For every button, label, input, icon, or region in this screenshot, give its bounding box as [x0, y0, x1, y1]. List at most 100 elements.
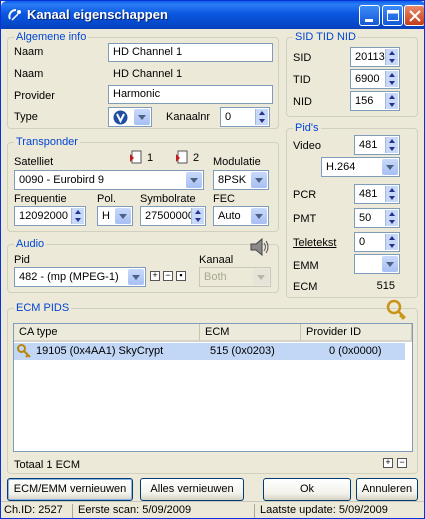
audio-label: Audio: [14, 238, 47, 250]
status-bar: Ch.ID: 2527 Eerste scan: 5/09/2009 Laats…: [1, 501, 424, 518]
column-provider-id[interactable]: Provider ID: [301, 324, 412, 342]
ecm-list[interactable]: CA type ECM Provider ID 19105 (0x4AA1) S…: [13, 323, 413, 452]
name2-field: HD Channel 1: [108, 65, 273, 84]
pcr-spinner[interactable]: 481: [354, 184, 400, 204]
chevron-down-icon: [382, 159, 398, 175]
add-audio-icon[interactable]: +: [150, 271, 160, 281]
satellite-value: 0090 - Eurobird 9: [19, 174, 104, 186]
tid-label: TID: [293, 74, 311, 86]
column-ca-type[interactable]: CA type: [14, 324, 200, 342]
modulation-value: 8PSK: [218, 174, 247, 186]
type-select[interactable]: [108, 107, 152, 127]
spinner-arrows-icon[interactable]: [71, 208, 84, 224]
spinner-arrows-icon[interactable]: [385, 186, 398, 202]
edit-audio-icon[interactable]: ▪: [176, 271, 186, 281]
chevron-down-icon: [251, 172, 267, 188]
audio-pid-value: 482 - (mp (MPEG-1): [19, 271, 119, 283]
modulation-select[interactable]: 8PSK: [213, 170, 269, 190]
channel-id-status: Ch.ID: 2527: [1, 504, 73, 518]
cancel-button[interactable]: Annuleren: [356, 478, 418, 501]
emm-select[interactable]: [354, 254, 400, 274]
name-field[interactable]: HD Channel 1: [108, 43, 273, 62]
sid-spinner[interactable]: 20113: [350, 47, 400, 67]
pcr-label: PCR: [293, 189, 317, 201]
refresh-all-button[interactable]: Alles vernieuwen: [140, 478, 244, 501]
type-label: Type: [14, 111, 38, 123]
video-codec-value: H.264: [326, 161, 356, 173]
ecm-label: ECM: [293, 281, 318, 293]
audio-pid-select[interactable]: 482 - (mp (MPEG-1): [14, 267, 146, 287]
tv-type-icon: [113, 110, 128, 125]
maximize-button[interactable]: [382, 5, 403, 26]
ecm-pids-label: ECM PIDS: [14, 302, 72, 314]
fec-select[interactable]: Auto: [213, 206, 269, 226]
pcr-value: 481: [359, 188, 378, 200]
polarization-value: H: [102, 210, 110, 222]
name-label: Naam: [14, 46, 44, 58]
table-row[interactable]: 19105 (0x4AA1) SkyCrypt 515 (0x0203) 0 (…: [14, 343, 405, 360]
video-codec-select[interactable]: H.264: [321, 157, 400, 177]
channel-number-spinner[interactable]: 0: [220, 107, 270, 127]
provider-cell: 0 (0x0000): [329, 345, 382, 357]
refresh-ecm-emm-button[interactable]: ECM/EMM vernieuwen: [7, 478, 133, 501]
remove-ecm-icon[interactable]: −: [397, 458, 407, 468]
chevron-down-icon: [186, 172, 202, 188]
key-search-icon[interactable]: [385, 298, 407, 320]
frequency-spinner[interactable]: 12092000: [14, 206, 86, 226]
spinner-arrows-icon[interactable]: [385, 93, 398, 109]
key-icon: [17, 344, 31, 358]
ecm-value: 515: [354, 277, 400, 296]
sid-group-label: SID TID NID: [293, 31, 358, 43]
audio-channel-label: Kanaal: [199, 254, 234, 266]
close-button[interactable]: [404, 5, 424, 26]
channel-number-label: Kanaalnr: [166, 111, 211, 123]
chevron-down-icon: [128, 269, 144, 285]
frequency-value: 12092000: [19, 210, 68, 222]
pmt-value: 50: [359, 212, 372, 224]
nid-value: 156: [355, 95, 374, 107]
nid-spinner[interactable]: 156: [350, 91, 400, 111]
teletext-label[interactable]: Teletekst: [293, 237, 336, 249]
sid-label: SID: [293, 52, 312, 64]
last-update-status: Laatste update: 5/09/2009: [260, 504, 388, 516]
chevron-down-icon: [251, 208, 267, 224]
tid-value: 6900: [355, 73, 380, 85]
window-title: Kanaal eigenschappen: [27, 7, 168, 22]
ok-button[interactable]: Ok: [263, 478, 351, 501]
tid-spinner[interactable]: 6900: [350, 69, 400, 89]
video-pid-spinner[interactable]: 481: [354, 135, 400, 155]
provider-field[interactable]: Harmonic: [108, 85, 273, 104]
minimize-button[interactable]: [359, 5, 380, 26]
polarization-label: Pol.: [97, 193, 116, 205]
pmt-spinner[interactable]: 50: [354, 208, 400, 228]
symbolrate-label: Symbolrate: [140, 193, 196, 205]
speaker-icon: [250, 237, 269, 257]
satellite-dish-icon: [8, 9, 21, 21]
pids-group-label: Pid's: [293, 122, 321, 134]
spinner-arrows-icon[interactable]: [385, 210, 398, 226]
add-ecm-icon[interactable]: +: [383, 458, 393, 468]
chevron-down-icon: [115, 208, 131, 224]
minimize-icon: [365, 19, 373, 22]
transponder-label: Transponder: [14, 136, 80, 148]
polarization-select[interactable]: H: [97, 206, 133, 226]
audio-channel-value: Both: [204, 271, 227, 283]
satellite-select[interactable]: 0090 - Eurobird 9: [14, 170, 204, 190]
spinner-arrows-icon[interactable]: [385, 71, 398, 87]
spinner-arrows-icon[interactable]: [385, 137, 398, 153]
document-marker-icon[interactable]: [176, 150, 190, 164]
spinner-arrows-icon[interactable]: [385, 234, 398, 250]
column-ecm[interactable]: ECM: [200, 324, 301, 342]
name2-label: Naam: [14, 68, 44, 80]
remove-audio-icon[interactable]: −: [163, 271, 173, 281]
spinner-arrows-icon[interactable]: [385, 49, 398, 65]
chevron-down-icon: [253, 269, 269, 285]
title-bar[interactable]: Kanaal eigenschappen: [1, 1, 424, 29]
spinner-arrows-icon[interactable]: [191, 208, 204, 224]
teletext-spinner[interactable]: 0: [354, 232, 400, 252]
spinner-arrows-icon[interactable]: [255, 109, 268, 125]
document-marker-icon[interactable]: [130, 150, 144, 164]
chevron-down-icon: [134, 109, 150, 125]
symbolrate-spinner[interactable]: 27500000: [140, 206, 206, 226]
symbolrate-value: 27500000: [145, 210, 194, 222]
